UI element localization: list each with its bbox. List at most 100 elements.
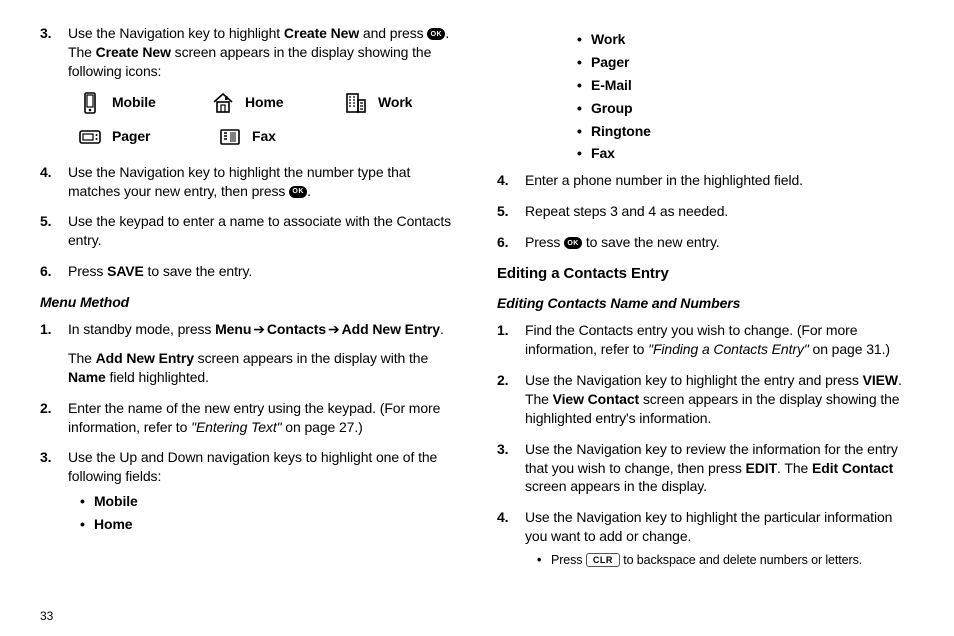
bold-text: Menu [215, 321, 251, 337]
text: Use the Navigation key to highlight the … [525, 509, 892, 544]
text: screen appears in the display. [525, 478, 707, 494]
italic-text: "Finding a Contacts Entry" [648, 341, 812, 357]
text: to backspace and delete numbers or lette… [620, 553, 862, 567]
text: Enter a phone number in the highlighted … [525, 172, 803, 188]
field-item: Mobile [80, 492, 457, 511]
arrow-icon: ➔ [253, 320, 265, 339]
procedure-list-a: Use the Navigation key to highlight Crea… [40, 24, 457, 281]
icon-cell-mobile: Mobile [78, 91, 191, 115]
step-3: Use the Navigation key to highlight Crea… [40, 24, 457, 149]
text: on page 31.) [813, 341, 890, 357]
arrow-icon: ➔ [328, 320, 340, 339]
text: Repeat steps 3 and 4 as needed. [525, 203, 728, 219]
bold-text: Contacts [267, 321, 326, 337]
icon-cell-home: Home [211, 91, 324, 115]
text: Press [551, 553, 586, 567]
bold-text: Name [68, 369, 106, 385]
bold-text: Create New [284, 25, 359, 41]
text: Use the keypad to enter a name to associ… [68, 213, 451, 248]
text: Use the Up and Down navigation keys to h… [68, 449, 437, 484]
step-3b: Use the Up and Down navigation keys to h… [40, 448, 457, 534]
step-1-follow: The Add New Entry screen appears in the … [68, 349, 457, 387]
text: on page 27.) [285, 419, 362, 435]
text: . The [777, 460, 812, 476]
text: Press [68, 263, 107, 279]
heading-editing-name-numbers: Editing Contacts Name and Numbers [497, 294, 914, 313]
icon-label: Work [378, 93, 412, 112]
text: Press [525, 234, 564, 250]
field-item: Work [577, 30, 914, 49]
field-item: Pager [577, 53, 914, 72]
field-list-a: Mobile Home [68, 492, 457, 534]
text: field highlighted. [106, 369, 209, 385]
bold-text: Edit Contact [812, 460, 893, 476]
icon-row: Mobile Home Work [78, 91, 457, 115]
step-6: Press SAVE to save the entry. [40, 262, 457, 281]
bold-text: View Contact [553, 391, 639, 407]
heading-menu-method: Menu Method [40, 293, 457, 312]
text: . [440, 321, 444, 337]
text: . [307, 183, 311, 199]
step-5b: Repeat steps 3 and 4 as needed. [497, 202, 914, 221]
fax-icon [218, 125, 242, 149]
bold-text: Create New [96, 44, 171, 60]
mobile-icon [78, 91, 102, 115]
text: Use the Navigation key to highlight [68, 25, 284, 41]
home-icon [211, 91, 235, 115]
bold-text: Add New Entry [342, 321, 440, 337]
icon-cell-pager: Pager [78, 125, 198, 149]
text: screen appears in the display with the [194, 350, 428, 366]
procedure-list-d: Find the Contacts entry you wish to chan… [497, 321, 914, 569]
bold-text: EDIT [746, 460, 778, 476]
icon-row: Pager Fax [78, 125, 457, 149]
icon-label: Pager [112, 127, 150, 146]
icon-cell-work: Work [344, 91, 457, 115]
edit-step-2: Use the Navigation key to highlight the … [497, 371, 914, 428]
step-2: Enter the name of the new entry using th… [40, 399, 457, 437]
bold-text: SAVE [107, 263, 144, 279]
text: to save the entry. [144, 263, 252, 279]
icon-label: Fax [252, 127, 276, 146]
text: In standby mode, press [68, 321, 215, 337]
step-5: Use the keypad to enter a name to associ… [40, 212, 457, 250]
icon-label: Mobile [112, 93, 156, 112]
field-item: Ringtone [577, 122, 914, 141]
step-6b: Press OK to save the new entry. [497, 233, 914, 252]
field-list-continued-wrap: Work Pager E-Mail Group Ringtone Fax [565, 30, 914, 163]
step-4b: Enter a phone number in the highlighted … [497, 171, 914, 190]
edit-step-4: Use the Navigation key to highlight the … [497, 508, 914, 569]
procedure-list-c: Enter a phone number in the highlighted … [497, 171, 914, 252]
bold-text: VIEW [863, 372, 898, 388]
text: Use the Navigation key to highlight the … [525, 372, 863, 388]
icon-type-table: Mobile Home Work [68, 91, 457, 149]
step-1: In standby mode, press Menu➔Contacts➔Add… [40, 320, 457, 387]
text: The [68, 350, 96, 366]
ok-icon: OK [289, 186, 307, 198]
edit-sub-list: Press CLR to backspace and delete number… [525, 552, 914, 569]
edit-step-3: Use the Navigation key to review the inf… [497, 440, 914, 497]
procedure-list-b: In standby mode, press Menu➔Contacts➔Add… [40, 320, 457, 534]
page-columns: Use the Navigation key to highlight Crea… [40, 24, 914, 581]
step-4: Use the Navigation key to highlight the … [40, 163, 457, 201]
field-item: Fax [577, 144, 914, 163]
text: and press [359, 25, 427, 41]
bold-text: Add New Entry [96, 350, 194, 366]
icon-cell-fax: Fax [218, 125, 338, 149]
text: to save the new entry. [582, 234, 720, 250]
edit-step-1: Find the Contacts entry you wish to chan… [497, 321, 914, 359]
field-list-b: Work Pager E-Mail Group Ringtone Fax [565, 30, 914, 163]
right-column: Work Pager E-Mail Group Ringtone Fax Ent… [497, 24, 914, 581]
clr-key-icon: CLR [586, 553, 620, 567]
edit-sub-item: Press CLR to backspace and delete number… [537, 552, 914, 569]
icon-label: Home [245, 93, 284, 112]
left-column: Use the Navigation key to highlight Crea… [40, 24, 457, 581]
field-item: E-Mail [577, 76, 914, 95]
ok-icon: OK [427, 28, 445, 40]
work-icon [344, 91, 368, 115]
pager-icon [78, 125, 102, 149]
italic-text: "Entering Text" [191, 419, 285, 435]
heading-editing-contacts: Editing a Contacts Entry [497, 264, 914, 284]
field-item: Home [80, 515, 457, 534]
ok-icon: OK [564, 237, 582, 249]
text: Use the Navigation key to highlight the … [68, 164, 410, 199]
